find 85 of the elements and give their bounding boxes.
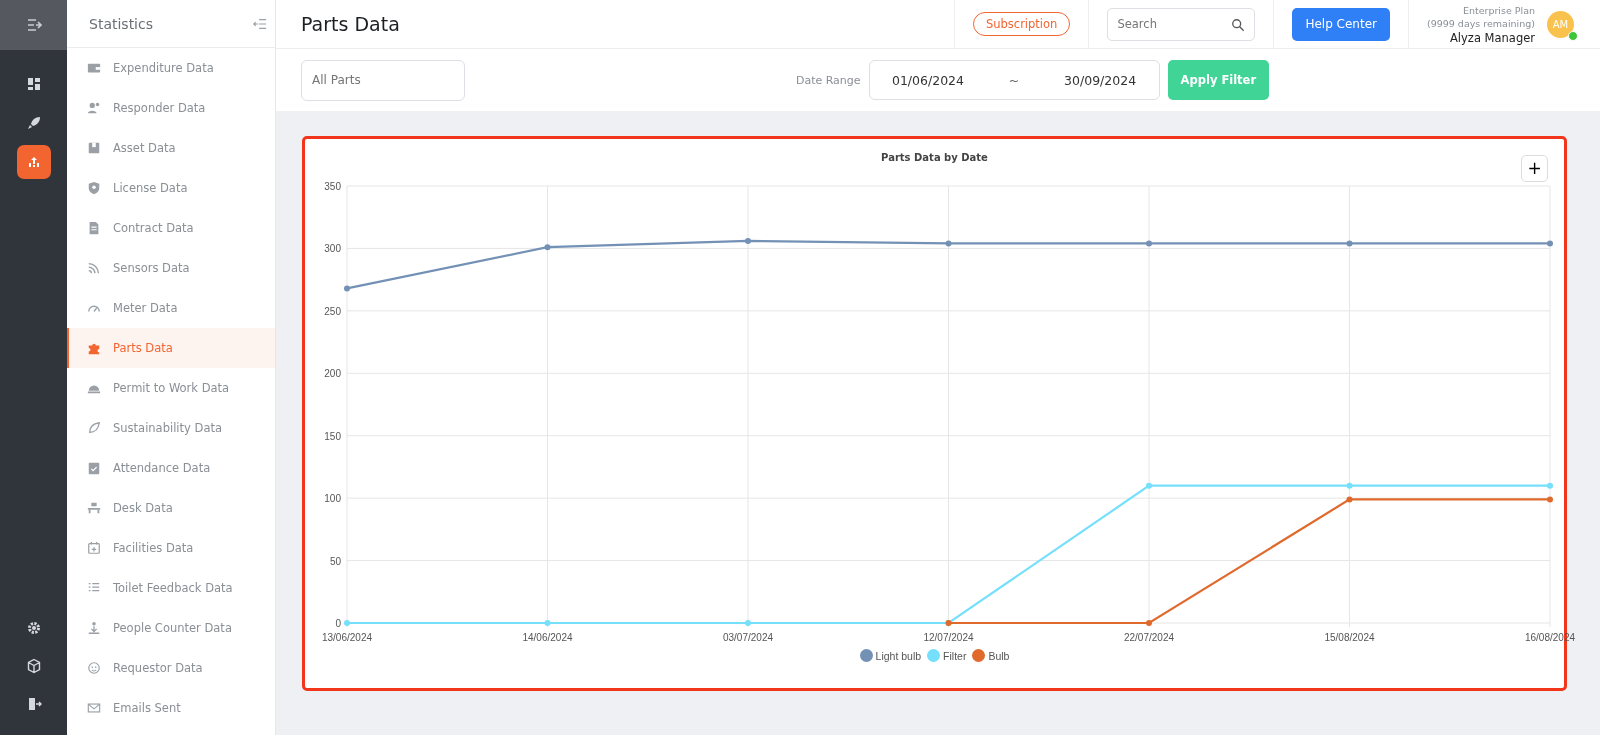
leaf-icon <box>87 421 101 435</box>
rail-button[interactable] <box>16 145 51 179</box>
y-axis-label: 350 <box>324 181 341 192</box>
data-point <box>344 285 350 292</box>
clipboard-check-icon <box>87 461 101 475</box>
y-axis-label: 150 <box>324 430 341 442</box>
sidebar-item[interactable]: Contract Data <box>67 208 275 248</box>
sidebar-item[interactable]: Toilet Feedback Data <box>67 568 275 608</box>
x-axis-label: 12/07/2024 <box>923 632 974 643</box>
data-point <box>945 240 952 247</box>
y-axis-label: 200 <box>324 368 341 380</box>
sidebar-item[interactable]: Emails Sent <box>67 688 275 728</box>
x-axis-label: 22/07/2024 <box>1123 632 1175 643</box>
data-point <box>1547 240 1553 247</box>
legend-label: Filter <box>943 649 967 662</box>
data-point <box>544 620 551 626</box>
sidebar-item[interactable]: Sensors Data <box>67 248 275 288</box>
sidebar-item[interactable]: Parts Data <box>67 328 275 368</box>
plan-label: Enterprise Plan <box>1461 3 1535 17</box>
data-point <box>1146 240 1152 247</box>
chart-title: Parts Data by Date <box>881 152 988 163</box>
box-icon <box>87 141 101 155</box>
settings-icon[interactable] <box>25 620 42 636</box>
desk-icon <box>87 501 101 515</box>
x-axis-label: 03/07/2024 <box>722 632 774 643</box>
sidebar-item[interactable]: Permit to Work Data <box>67 368 275 408</box>
parts-select[interactable]: All Parts <box>301 59 465 101</box>
y-axis-label: 250 <box>324 305 341 317</box>
dashboard-icon <box>25 76 42 92</box>
y-axis-label: 0 <box>335 618 341 629</box>
data-point <box>1346 496 1353 503</box>
puzzle-icon <box>87 341 101 355</box>
data-point <box>1547 496 1553 503</box>
shield-icon <box>87 181 101 195</box>
sidebar-item[interactable]: Meter Data <box>67 288 275 328</box>
calendar-plus-icon <box>87 541 101 555</box>
data-point <box>745 237 751 244</box>
help-center-button[interactable]: Help Center <box>1292 7 1390 41</box>
legend-label: Bulb <box>988 649 1010 662</box>
sidebar-item[interactable]: Desk Data <box>67 488 275 528</box>
sidebar-item[interactable]: Asset Data <box>67 128 275 168</box>
search-icon <box>1231 17 1246 32</box>
sidebar-item[interactable]: Sustainability Data <box>67 408 275 448</box>
sidebar-item[interactable]: Requestor Data <box>67 648 275 688</box>
sidebar-item[interactable]: Attendance Data <box>67 448 275 488</box>
sidebar-item[interactable]: Facilities Data <box>67 528 275 568</box>
wallet-icon <box>87 61 101 75</box>
data-point <box>1146 482 1152 489</box>
sidebar-item[interactable]: People Counter Data <box>67 608 275 648</box>
y-axis-label: 300 <box>324 243 341 255</box>
page-title: Parts Data <box>300 12 400 37</box>
signal-icon <box>87 261 101 275</box>
sidebar-title: Statistics <box>89 15 153 32</box>
envelope-icon <box>87 701 101 715</box>
data-point <box>1346 240 1353 247</box>
date-range-field[interactable]: 01/06/2024 ~ 30/09/2024 <box>868 60 1160 100</box>
x-axis-label: 13/06/2024 <box>321 632 373 643</box>
collapse-icon[interactable] <box>253 16 267 31</box>
legend-label: Light bulb <box>875 649 922 662</box>
expand-menu-icon[interactable] <box>25 17 42 33</box>
y-axis-label: 50 <box>329 555 341 567</box>
days-remaining: (9999 days remaining) <box>1426 16 1535 30</box>
sidebar-item[interactable]: Responder Data <box>67 88 275 128</box>
data-point <box>745 620 751 626</box>
smiley-icon <box>87 661 101 675</box>
document-icon <box>87 221 101 235</box>
apply-filter-button[interactable]: Apply Filter <box>1167 60 1270 100</box>
data-point <box>1146 620 1152 626</box>
x-axis-label: 15/08/2024 <box>1324 632 1375 643</box>
expand-button[interactable]: + <box>1521 155 1548 182</box>
search-field[interactable]: Search <box>1107 7 1256 41</box>
data-point <box>1346 482 1353 489</box>
x-axis-label: 14/06/2024 <box>522 632 573 643</box>
people-icon <box>87 101 101 115</box>
data-point <box>344 620 350 626</box>
user-name: Alyza Manager <box>1449 31 1535 45</box>
subscription-button[interactable]: Subscription <box>972 12 1071 36</box>
cube-icon[interactable] <box>25 658 42 674</box>
date-range-label: Date Range <box>795 73 861 87</box>
sidebar-item[interactable]: License Data <box>67 168 275 208</box>
y-axis-label: 100 <box>324 493 341 505</box>
person-down-icon <box>87 621 101 635</box>
data-point <box>1547 482 1553 489</box>
data-point <box>544 244 551 251</box>
sidebar-item[interactable]: Expenditure Data <box>67 48 275 88</box>
